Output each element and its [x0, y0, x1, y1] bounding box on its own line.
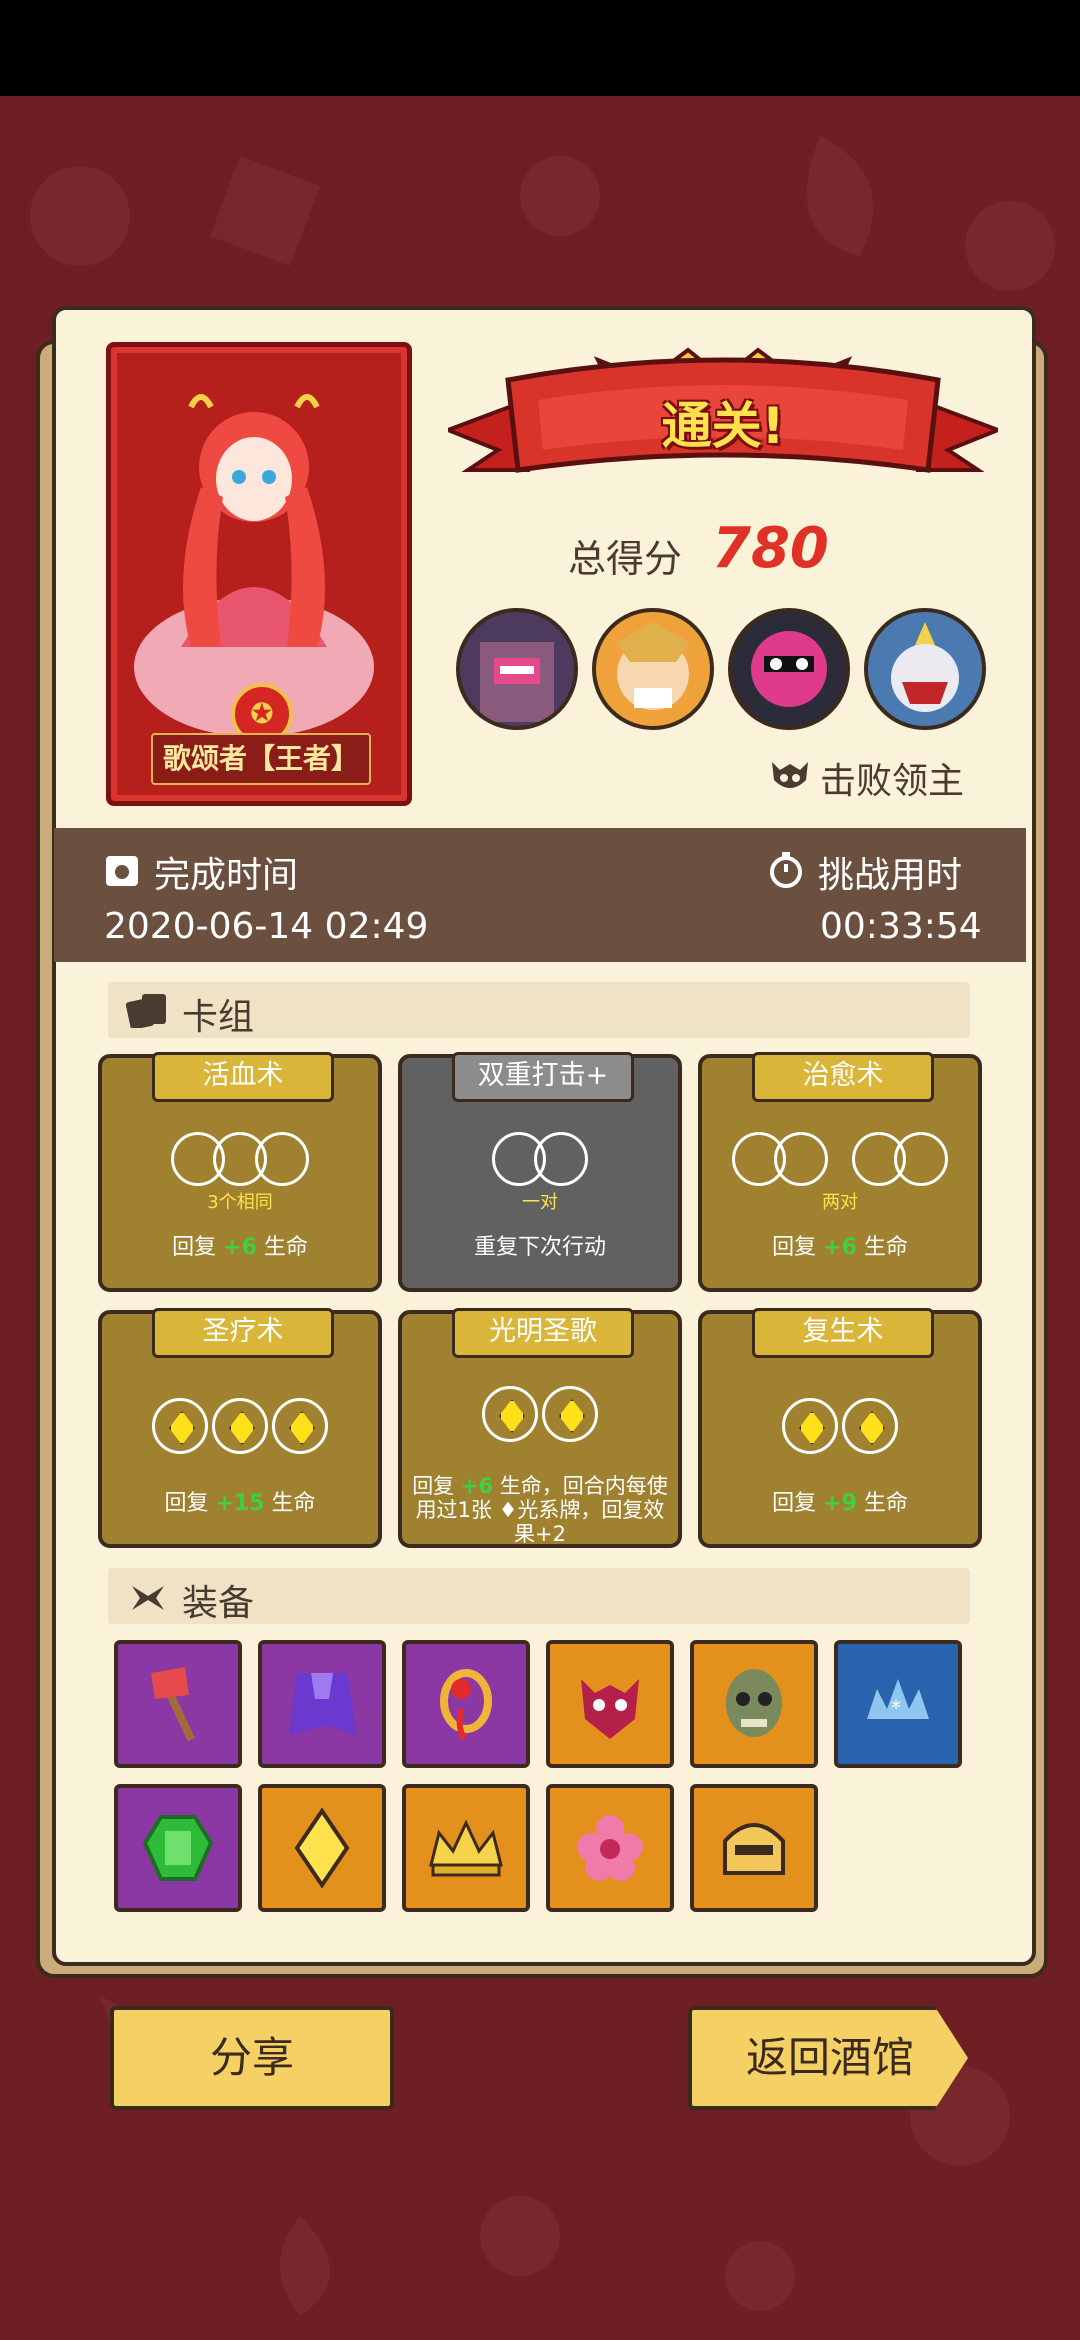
equip-pink-flower[interactable]	[546, 1784, 674, 1912]
equip-gold-crown[interactable]	[402, 1784, 530, 1912]
clear-banner: 通关!	[442, 340, 1004, 520]
boss-portrait-4[interactable]	[864, 608, 986, 730]
card-effect: 回复 +6 生命	[772, 1235, 908, 1260]
card-condition: 两对	[822, 1192, 858, 1213]
equip-helmet[interactable]	[690, 1784, 818, 1912]
helmet-icon	[723, 1823, 785, 1875]
card-title: 圣疗术	[152, 1308, 334, 1358]
deck-card-3[interactable]: 治愈术 两对 回复 +6 生命	[698, 1052, 982, 1292]
axe-icon	[151, 1667, 195, 1742]
finish-time-value: 2020-06-14 02:49	[104, 906, 429, 947]
ice-crown-icon: *	[867, 1679, 929, 1720]
cards-icon	[126, 994, 166, 1028]
gold-crown-icon	[429, 1819, 503, 1877]
card-title: 治愈术	[752, 1052, 934, 1102]
equip-axe[interactable]	[114, 1640, 242, 1768]
score-value: 780	[712, 516, 829, 581]
equip-demon-mask[interactable]	[546, 1640, 674, 1768]
card-condition: 3个相同	[207, 1192, 273, 1213]
ring-icon	[440, 1669, 492, 1741]
deck-section-header: 卡组	[108, 982, 970, 1038]
equip-yellow-gem[interactable]	[258, 1784, 386, 1912]
dice-slots	[102, 1132, 378, 1190]
equip-emerald[interactable]	[114, 1784, 242, 1912]
boss-portrait-3[interactable]	[728, 608, 850, 730]
card-title: 光明圣歌	[452, 1308, 634, 1358]
score-label: 总得分	[568, 537, 683, 581]
cloak-icon	[289, 1673, 357, 1735]
card-title: 双重打击+	[452, 1052, 634, 1102]
dice-slots	[702, 1132, 978, 1190]
boss-1-icon	[480, 642, 554, 722]
duration-value: 00:33:54	[820, 906, 982, 947]
equip-skull-mask[interactable]	[690, 1640, 818, 1768]
card-effect: 重复下次行动	[473, 1235, 606, 1260]
status-bar	[0, 0, 1080, 96]
card-title: 活血术	[152, 1052, 334, 1102]
boss-4-icon	[891, 622, 959, 712]
card-effect: 回复 +15 生命	[164, 1491, 316, 1516]
pink-flower-icon	[577, 1815, 643, 1881]
deck-card-5[interactable]: 光明圣歌 回复 +6 生命，回合内每使用过1张 ♦光系牌，回复效果+2	[398, 1308, 682, 1548]
deck-card-1[interactable]: 活血术 3个相同 回复 +6 生命	[98, 1052, 382, 1292]
dice-slots	[402, 1132, 678, 1190]
deck-card-2[interactable]: 双重打击+ 一对 重复下次行动	[398, 1052, 682, 1292]
time-bar: 完成时间 2020-06-14 02:49 挑战用时 00:33:54	[54, 828, 1026, 962]
svg-text:*: *	[891, 1696, 901, 1720]
boss-2-icon	[616, 622, 690, 710]
card-effect: 回复 +9 生命	[772, 1491, 908, 1516]
calendar-icon	[106, 856, 138, 886]
equipment-icon	[132, 1586, 164, 1610]
boss-3-icon	[751, 631, 827, 707]
card-condition: 一对	[522, 1192, 558, 1213]
deck-card-6[interactable]: 复生术 回复 +9 生命	[698, 1308, 982, 1548]
back-to-tavern-button[interactable]: 返回酒馆	[688, 2006, 968, 2110]
boss-portrait-2[interactable]	[592, 608, 714, 730]
light-dice-slots	[702, 1398, 978, 1458]
emerald-icon	[142, 1815, 214, 1881]
stopwatch-icon	[770, 852, 802, 888]
defeated-boss-label: 击败领主	[820, 761, 965, 802]
card-effect: 回复 +6 生命	[172, 1235, 308, 1260]
finish-time-label: 完成时间	[154, 855, 299, 896]
equip-cloak[interactable]	[258, 1640, 386, 1768]
card-title: 复生术	[752, 1308, 934, 1358]
light-dice-slots	[402, 1386, 678, 1446]
card-effect: 回复 +6 生命，回合内每使用过1张 ♦光系牌，回复效果+2	[412, 1474, 668, 1546]
equipment-section-header: 装备	[108, 1568, 970, 1624]
deck-section-title: 卡组	[182, 997, 255, 1038]
equip-ring[interactable]	[402, 1640, 530, 1768]
yellow-gem-icon	[294, 1807, 350, 1889]
demon-mask-icon	[581, 1679, 639, 1739]
equipment-section-title: 装备	[182, 1583, 255, 1624]
clear-title: 通关!	[661, 397, 785, 455]
skull-mask-icon	[726, 1669, 782, 1737]
light-dice-slots	[102, 1398, 378, 1458]
share-button[interactable]: 分享	[110, 2006, 394, 2110]
boss-portrait-1[interactable]	[456, 608, 578, 730]
deck-card-4[interactable]: 圣疗术 回复 +15 生命	[98, 1308, 382, 1548]
duration-label: 挑战用时	[818, 855, 963, 896]
hero-name: 歌颂者【王者】	[151, 733, 371, 785]
skull-icon	[772, 762, 808, 788]
equip-ice-crown[interactable]: *	[834, 1640, 962, 1768]
hero-card[interactable]: ✪ 歌颂者【王者】	[106, 342, 412, 806]
